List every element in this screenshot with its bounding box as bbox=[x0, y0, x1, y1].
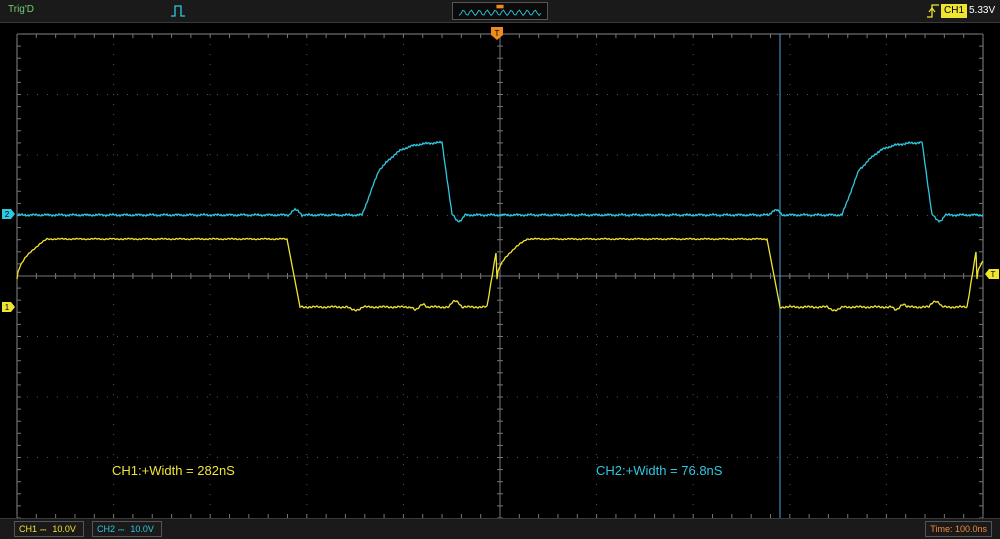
trigger-level-marker[interactable]: T bbox=[985, 269, 999, 279]
ch2-scale-box[interactable]: CH2 ⎓ 10.0V bbox=[92, 521, 162, 537]
rising-edge-icon[interactable] bbox=[926, 2, 940, 20]
waveform-overview-icon[interactable] bbox=[452, 2, 548, 20]
dc-coupling-icon: ⎓ bbox=[40, 525, 47, 534]
pulse-icon[interactable] bbox=[170, 3, 186, 19]
svg-text:2: 2 bbox=[5, 210, 10, 219]
trigger-level-readout: 5.33V bbox=[969, 5, 996, 16]
ch2-ground-marker[interactable]: 2 bbox=[2, 209, 15, 219]
ch1-scale-box[interactable]: CH1 ⎓ 10.0V bbox=[14, 521, 84, 537]
ch1-label: CH1 bbox=[19, 524, 38, 534]
scope-display[interactable]: T T 2 1 CH1:+Width = 282nS CH2:+Width = … bbox=[0, 22, 1000, 518]
trigger-position-marker[interactable]: T bbox=[491, 27, 503, 40]
trigger-source-badge[interactable]: CH1 bbox=[941, 4, 968, 18]
svg-text:T: T bbox=[991, 270, 996, 279]
ch2-label: CH2 bbox=[97, 524, 116, 534]
svg-text:1: 1 bbox=[5, 303, 10, 312]
status-bar-bottom: CH1 ⎓ 10.0V CH2 ⎓ 10.0V Time: 100.0ns bbox=[0, 518, 1000, 539]
timebase-readout[interactable]: Time: 100.0ns bbox=[925, 521, 992, 537]
ch2-width-measurement: CH2:+Width = 76.8nS bbox=[596, 463, 723, 478]
trigger-status: Trig'D bbox=[8, 4, 34, 15]
status-bar-top: Trig'D CH1 5.33V bbox=[0, 0, 1000, 23]
dc-coupling-icon: ⎓ bbox=[118, 525, 125, 534]
ch1-ground-marker[interactable]: 1 bbox=[2, 302, 15, 312]
graticule-grid bbox=[16, 33, 984, 518]
svg-text:T: T bbox=[495, 29, 500, 38]
ch2-volts-div: 10.0V bbox=[130, 524, 154, 534]
ch1-width-measurement: CH1:+Width = 282nS bbox=[112, 463, 235, 478]
ch1-volts-div: 10.0V bbox=[52, 524, 76, 534]
